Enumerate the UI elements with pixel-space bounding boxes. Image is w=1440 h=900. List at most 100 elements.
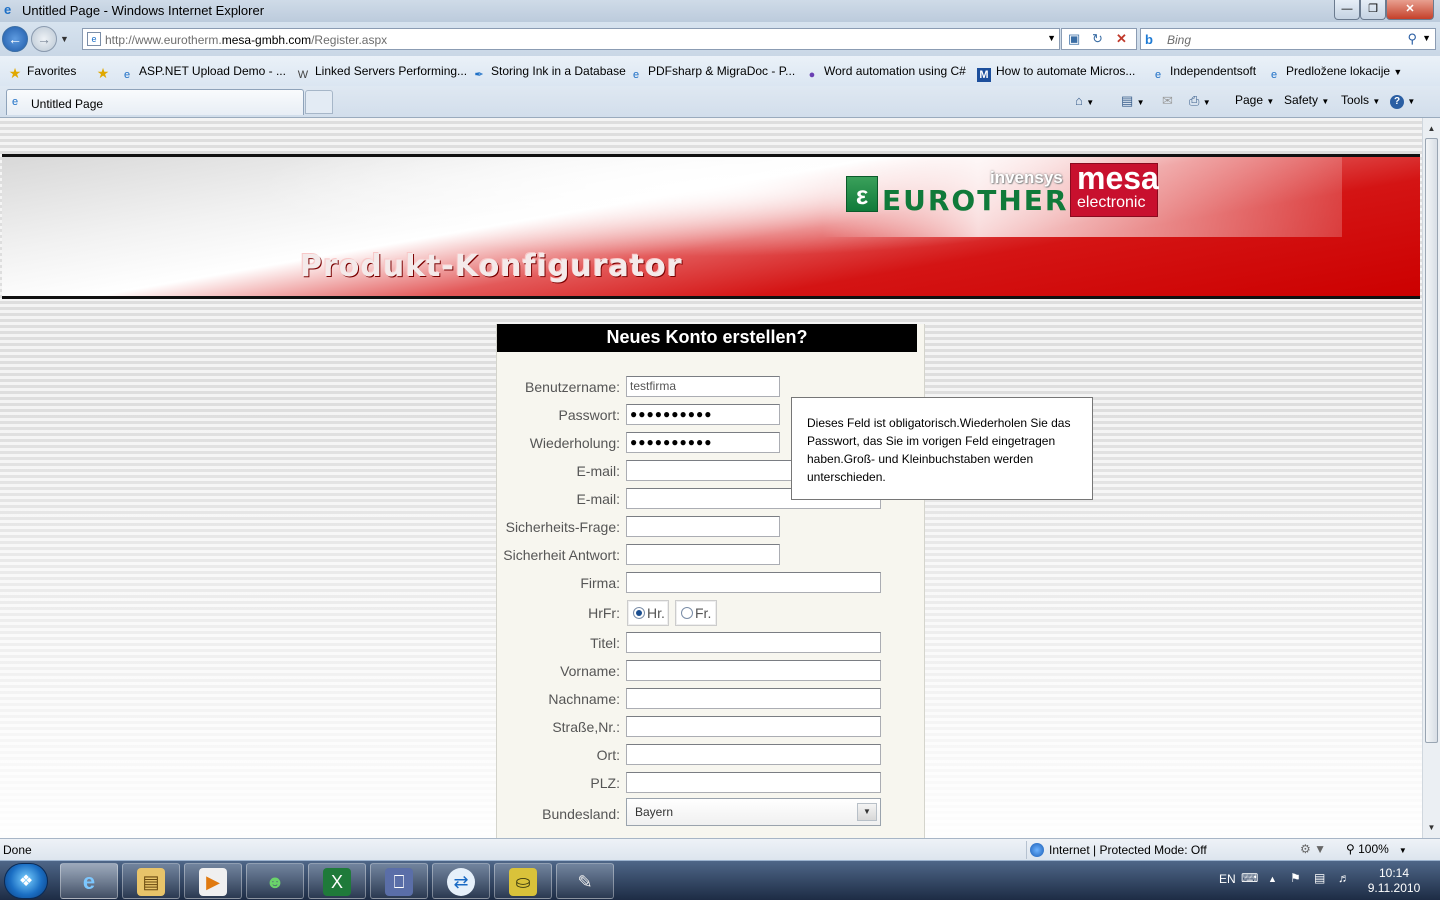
help-icon: ? — [1390, 95, 1404, 109]
taskbar-teamviewer[interactable]: ⇄ — [432, 863, 490, 899]
database-icon: ⛀ — [509, 868, 537, 896]
search-input[interactable]: b Bing ⚲ ▼ — [1140, 28, 1436, 50]
company-label: Firma: — [580, 575, 620, 591]
chevron-down-icon: ▼ — [1372, 97, 1381, 106]
compatibility-view-icon[interactable]: ▣ — [1068, 31, 1080, 47]
eurotherm-e-icon: ε — [846, 176, 878, 212]
keyboard-icon[interactable]: ⌨ — [1241, 871, 1258, 885]
add-favorite-icon: ★ — [96, 65, 110, 81]
street-input[interactable] — [626, 716, 881, 737]
page-menu[interactable]: Page ▼ — [1235, 93, 1274, 107]
tab-untitled-page[interactable]: e Untitled Page — [6, 89, 304, 115]
security-question-input[interactable] — [626, 516, 780, 537]
taskbar-explorer[interactable]: ▤ — [122, 863, 180, 899]
ie-icon: e — [82, 869, 96, 894]
new-tab-button[interactable] — [305, 90, 333, 114]
scrollbar-thumb[interactable] — [1425, 138, 1438, 743]
protected-mode-icon[interactable]: ⚙ ▼ — [1300, 842, 1326, 856]
taskbar-paint[interactable]: ✎ — [556, 863, 614, 899]
chevron-down-icon[interactable]: ▼ — [857, 803, 877, 821]
address-tools: ▣ ↻ ✕ — [1061, 28, 1137, 50]
system-clock[interactable]: 10:14 9.11.2010 — [1364, 866, 1424, 896]
taskbar-excel[interactable]: X — [308, 863, 366, 899]
security-answer-input[interactable] — [626, 544, 780, 565]
wordpress-icon: W — [297, 69, 309, 81]
taskbar-sql-server[interactable]: ⛀ — [494, 863, 552, 899]
start-button[interactable]: ❖ — [4, 863, 48, 899]
search-icon[interactable]: ⚲ — [1407, 31, 1417, 47]
show-hidden-icons[interactable]: ▲ — [1268, 874, 1277, 884]
suggested-sites-link[interactable]: e Predložene lokacije ▼ — [1267, 64, 1402, 82]
favorite-link[interactable]: W Linked Servers Performing... — [296, 64, 467, 82]
header-banner: Produkt-Konfigurator ε EUROTHERM invensy… — [2, 154, 1420, 299]
city-input[interactable] — [626, 744, 881, 765]
window-title: Untitled Page - Windows Internet Explore… — [22, 3, 265, 18]
company-input[interactable] — [626, 572, 881, 593]
maximize-button[interactable]: ❐ — [1360, 0, 1386, 20]
street-label: Straße,Nr.: — [552, 719, 620, 735]
security-zone[interactable]: Internet | Protected Mode: Off — [1026, 841, 1294, 859]
search-options-icon[interactable]: ▼ — [1422, 33, 1431, 43]
status-bar: Done Internet | Protected Mode: Off ⚙ ▼ … — [0, 838, 1440, 860]
ie-page-icon: e — [632, 69, 640, 81]
recent-pages-dropdown[interactable]: ▼ — [60, 34, 69, 44]
favorite-link[interactable]: M How to automate Micros... — [977, 64, 1135, 82]
taskbar-internet-explorer[interactable]: e — [60, 863, 118, 899]
minimize-button[interactable]: — — [1334, 0, 1360, 20]
page-title: Produkt-Konfigurator — [300, 249, 683, 284]
chevron-down-icon: ▼ — [1398, 846, 1407, 855]
password-input[interactable]: ●●●●●●●●●● — [626, 404, 780, 425]
url-input[interactable]: e http://www.eurotherm.mesa-gmbh.com/Reg… — [82, 28, 1060, 50]
mail-button[interactable]: ✉ — [1162, 93, 1173, 109]
favorite-link[interactable]: ✒ Storing Ink in a Database — [472, 64, 625, 82]
taskbar-media-player[interactable]: ▶ — [184, 863, 242, 899]
vertical-scrollbar[interactable]: ▲ ▼ — [1422, 118, 1440, 838]
zoom-level[interactable]: ⚲ 100% ▼ — [1346, 842, 1407, 856]
add-to-favorites-bar-button[interactable]: ★ — [96, 64, 115, 80]
lastname-input[interactable] — [626, 688, 881, 709]
favorite-link[interactable]: e ASP.NET Upload Demo - ... — [120, 64, 286, 82]
volume-icon[interactable]: ♬ — [1338, 871, 1350, 885]
messenger-icon: ☻ — [265, 872, 285, 892]
tools-menu[interactable]: Tools ▼ — [1341, 93, 1380, 107]
refresh-icon[interactable]: ↻ — [1092, 31, 1103, 47]
mesa-logo: mesa electronic — [1070, 160, 1159, 217]
language-indicator[interactable]: EN — [1219, 872, 1236, 886]
action-center-flag-icon[interactable]: ⚑ — [1290, 871, 1301, 885]
home-button[interactable]: ⌂ ▼ — [1075, 93, 1094, 108]
excel-icon: X — [323, 868, 351, 896]
ink-icon: ✒ — [474, 69, 484, 81]
state-select[interactable]: Bayern ▼ — [626, 798, 881, 826]
radio-mrs-button[interactable] — [681, 607, 693, 619]
print-button[interactable]: ⎙ ▼ — [1189, 93, 1211, 109]
username-input[interactable]: testfirma — [626, 376, 780, 397]
title-input[interactable] — [626, 632, 881, 653]
forward-button[interactable]: → — [31, 26, 57, 52]
safety-menu[interactable]: Safety ▼ — [1284, 93, 1329, 107]
close-window-button[interactable]: ✕ — [1386, 0, 1434, 20]
taskbar-messenger[interactable]: ☻ — [246, 863, 304, 899]
zip-input[interactable] — [626, 772, 881, 793]
radio-mr-button[interactable] — [633, 607, 645, 619]
back-button[interactable]: ← — [2, 26, 28, 52]
favorite-link[interactable]: e Independentsoft — [1151, 64, 1256, 82]
help-menu[interactable]: ? ▼ — [1390, 93, 1415, 109]
repeat-password-input[interactable]: ●●●●●●●●●● — [626, 432, 780, 453]
network-icon[interactable]: ▤ — [1314, 871, 1325, 885]
firstname-input[interactable] — [626, 660, 881, 681]
url-dropdown-icon[interactable]: ▼ — [1047, 33, 1056, 43]
radio-mr[interactable]: Hr. — [627, 600, 669, 626]
stop-icon[interactable]: ✕ — [1116, 31, 1127, 47]
radio-mrs[interactable]: Fr. — [675, 600, 717, 626]
scroll-down-icon[interactable]: ▼ — [1423, 819, 1440, 836]
taskbar-visual-studio[interactable]: ⎕ — [370, 863, 428, 899]
teamviewer-icon: ⇄ — [447, 868, 475, 896]
favorite-link[interactable]: ● Word automation using C# — [805, 64, 966, 82]
chevron-down-icon: ▼ — [1202, 98, 1211, 107]
scroll-up-icon[interactable]: ▲ — [1423, 120, 1440, 137]
favorites-button[interactable]: ★ Favorites — [8, 64, 77, 80]
feeds-button[interactable]: ▤ ▼ — [1121, 93, 1145, 109]
globe-icon — [1030, 843, 1044, 857]
ie-page-icon: e — [123, 69, 131, 81]
favorite-link[interactable]: e PDFsharp & MigraDoc - P... — [629, 64, 795, 82]
